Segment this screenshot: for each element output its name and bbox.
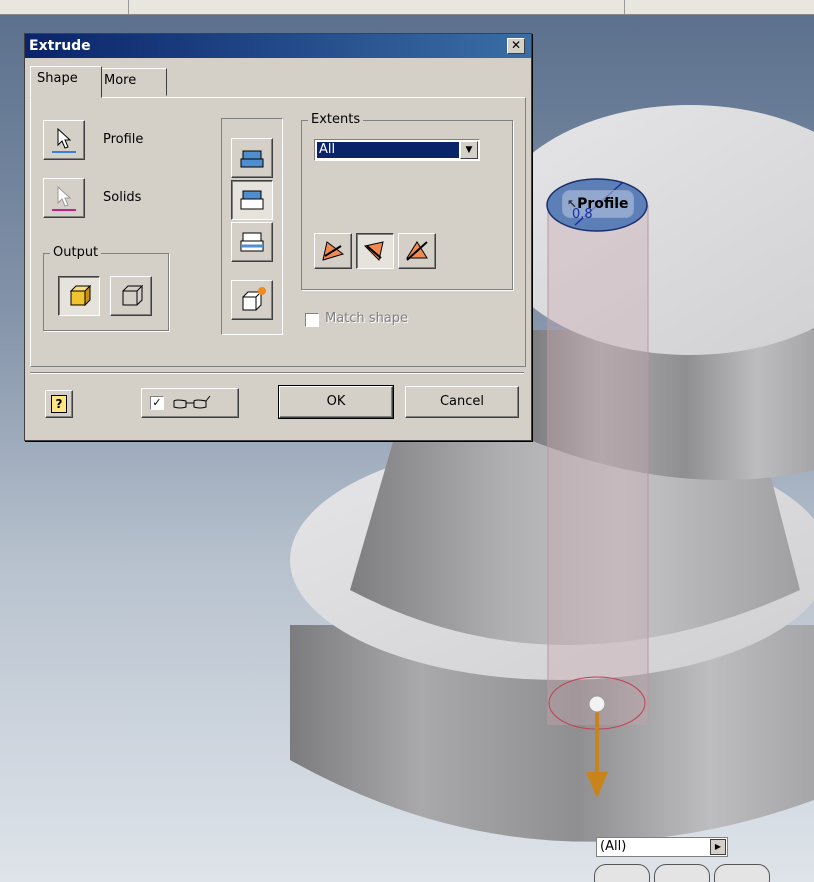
match-shape-checkbox[interactable] (305, 313, 319, 327)
extrude-preview-column (548, 205, 648, 725)
glasses-icon (173, 395, 211, 409)
intersect-button[interactable] (231, 222, 273, 262)
dialog-title: Extrude (29, 38, 91, 54)
direction-2-icon (364, 241, 384, 261)
mini-toolbar-button-3[interactable] (714, 864, 770, 882)
join-icon (240, 150, 264, 168)
solids-label: Solids (103, 190, 142, 205)
solid-cube-icon (69, 284, 92, 307)
direction-arrow-knob[interactable] (588, 695, 606, 713)
solids-select-button[interactable] (43, 178, 85, 218)
tab-shape[interactable]: Shape (30, 66, 102, 98)
profile-dimension: 0.8 (572, 207, 593, 222)
close-icon[interactable]: ✕ (507, 38, 525, 54)
cancel-button[interactable]: Cancel (405, 386, 519, 418)
symmetric-icon (406, 241, 428, 261)
output-surface-button[interactable] (110, 276, 152, 316)
symmetric-button[interactable] (398, 233, 436, 269)
chevron-down-icon[interactable]: ▼ (460, 141, 478, 159)
triangle-right-icon[interactable]: ▶ (710, 839, 726, 855)
extents-group: Extents All ▼ (301, 112, 513, 290)
cut-button[interactable] (231, 180, 273, 220)
join-button[interactable] (231, 138, 273, 178)
intersect-icon (240, 232, 264, 252)
direction-1-button[interactable] (314, 233, 352, 269)
dialog-title-bar[interactable]: Extrude ✕ (25, 34, 531, 58)
tab-more[interactable]: More (97, 68, 167, 96)
new-solid-button[interactable] (231, 280, 273, 320)
output-label: Output (50, 245, 102, 260)
match-shape-label: Match shape (325, 311, 409, 326)
mini-toolbar-button-1[interactable] (594, 864, 650, 882)
selection-filter-dropdown[interactable]: (All) ▶ (596, 837, 728, 857)
mini-toolbar-button-2[interactable] (654, 864, 710, 882)
output-solid-button[interactable] (58, 276, 100, 316)
top-cylinder-top[interactable] (490, 105, 814, 355)
extrude-dialog: Extrude ✕ Shape More Profile Solids Outp… (24, 33, 532, 441)
cut-icon (240, 190, 264, 210)
direction-2-button[interactable] (356, 233, 394, 269)
wireframe-cube-icon (122, 284, 144, 306)
shape-panel: Profile Solids Output Extents All ▼ Matc… (30, 97, 526, 367)
output-group: Output (43, 245, 169, 331)
preview-toggle[interactable]: ✓ (141, 388, 239, 418)
extents-label: Extents (308, 112, 364, 127)
preview-checkbox[interactable]: ✓ (150, 396, 164, 410)
extents-dropdown[interactable]: All ▼ (314, 139, 480, 161)
mini-toolbar[interactable] (594, 862, 774, 882)
profile-label: Profile (103, 132, 144, 147)
ok-button[interactable]: OK (278, 385, 394, 419)
profile-select-button[interactable] (43, 120, 85, 160)
direction-1-icon (322, 241, 345, 261)
help-button[interactable]: ? (45, 390, 73, 418)
help-icon: ? (51, 395, 67, 413)
new-solid-icon (242, 287, 266, 311)
